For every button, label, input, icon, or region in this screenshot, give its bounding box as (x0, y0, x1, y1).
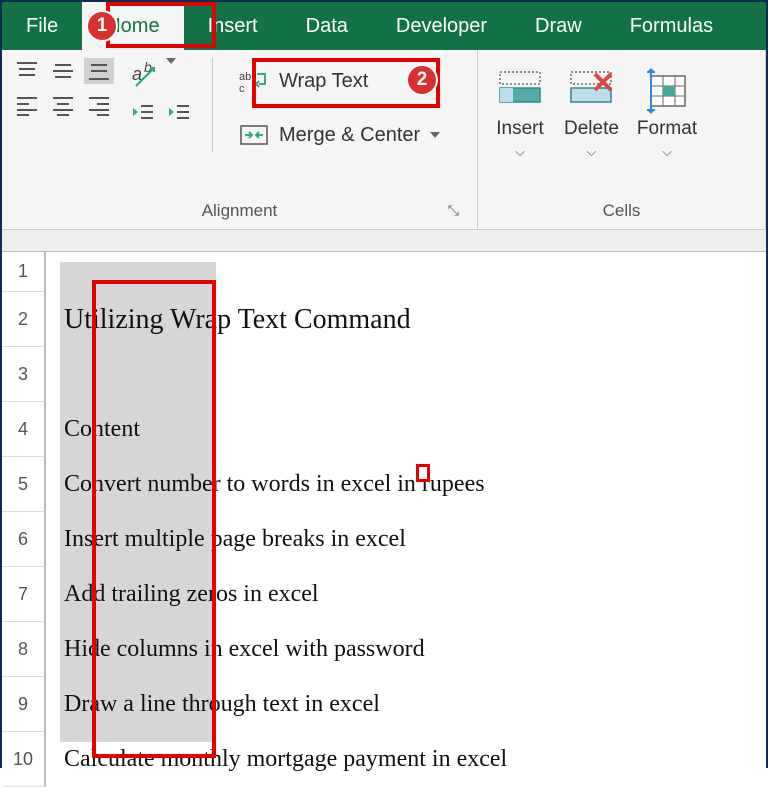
align-top-button[interactable] (12, 58, 42, 84)
group-label-alignment: Alignment ⤡ (12, 197, 467, 225)
dialog-launcher-icon[interactable]: ⤡ (448, 202, 459, 219)
chevron-down-icon: ⌵ (515, 144, 525, 160)
delete-cells-button[interactable]: Delete ⌵ (564, 68, 619, 160)
svg-text:ab: ab (239, 71, 251, 83)
chevron-down-icon: ⌵ (587, 144, 597, 160)
row-header-2[interactable]: 2 (2, 292, 46, 347)
insert-cells-icon (494, 68, 546, 114)
format-label: Format (637, 118, 697, 140)
align-right-button[interactable] (84, 92, 114, 118)
annotation-box-1 (106, 2, 216, 48)
tab-file[interactable]: File (2, 2, 82, 50)
chevron-down-icon (430, 132, 440, 138)
align-bottom-button[interactable] (84, 58, 114, 84)
format-cells-icon (641, 68, 693, 114)
delete-label: Delete (564, 118, 619, 140)
tab-draw[interactable]: Draw (511, 2, 606, 50)
row-header-10[interactable]: 10 (2, 732, 46, 787)
row-header-9[interactable]: 9 (2, 677, 46, 732)
svg-text:c: c (239, 83, 245, 94)
align-middle-button[interactable] (48, 58, 78, 84)
row-header-8[interactable]: 8 (2, 622, 46, 677)
annotation-box-3 (92, 280, 216, 758)
annotation-badge-2: 2 (406, 64, 438, 96)
orientation-button[interactable]: ab (128, 58, 194, 92)
merge-center-label: Merge & Center (279, 124, 420, 147)
tab-formulas[interactable]: Formulas (606, 2, 737, 50)
chevron-down-icon: ⌵ (662, 144, 672, 160)
column-headers[interactable] (2, 230, 766, 252)
increase-indent-button[interactable] (164, 100, 194, 126)
tab-developer[interactable]: Developer (372, 2, 511, 50)
row-header-5[interactable]: 5 (2, 457, 46, 512)
row-header-4[interactable]: 4 (2, 402, 46, 457)
text-cursor (416, 464, 430, 482)
insert-label: Insert (496, 118, 544, 140)
align-left-button[interactable] (12, 92, 42, 118)
merge-center-icon (239, 122, 269, 148)
row-header-3[interactable]: 3 (2, 347, 46, 402)
decrease-indent-button[interactable] (128, 100, 158, 126)
align-center-button[interactable] (48, 92, 78, 118)
annotation-badge-1: 1 (86, 10, 118, 42)
row-header-6[interactable]: 6 (2, 512, 46, 567)
tab-data[interactable]: Data (282, 2, 372, 50)
row-header-7[interactable]: 7 (2, 567, 46, 622)
row-headers: 1 2 3 4 5 6 7 8 9 10 (2, 252, 46, 787)
row-header-1[interactable]: 1 (2, 252, 46, 292)
insert-cells-button[interactable]: Insert ⌵ (494, 68, 546, 160)
group-label-cells: Cells (488, 197, 755, 225)
merge-center-button[interactable]: Merge & Center (231, 118, 448, 152)
delete-cells-icon (565, 68, 617, 114)
format-cells-button[interactable]: Format ⌵ (637, 68, 697, 160)
chevron-down-icon (166, 58, 176, 64)
